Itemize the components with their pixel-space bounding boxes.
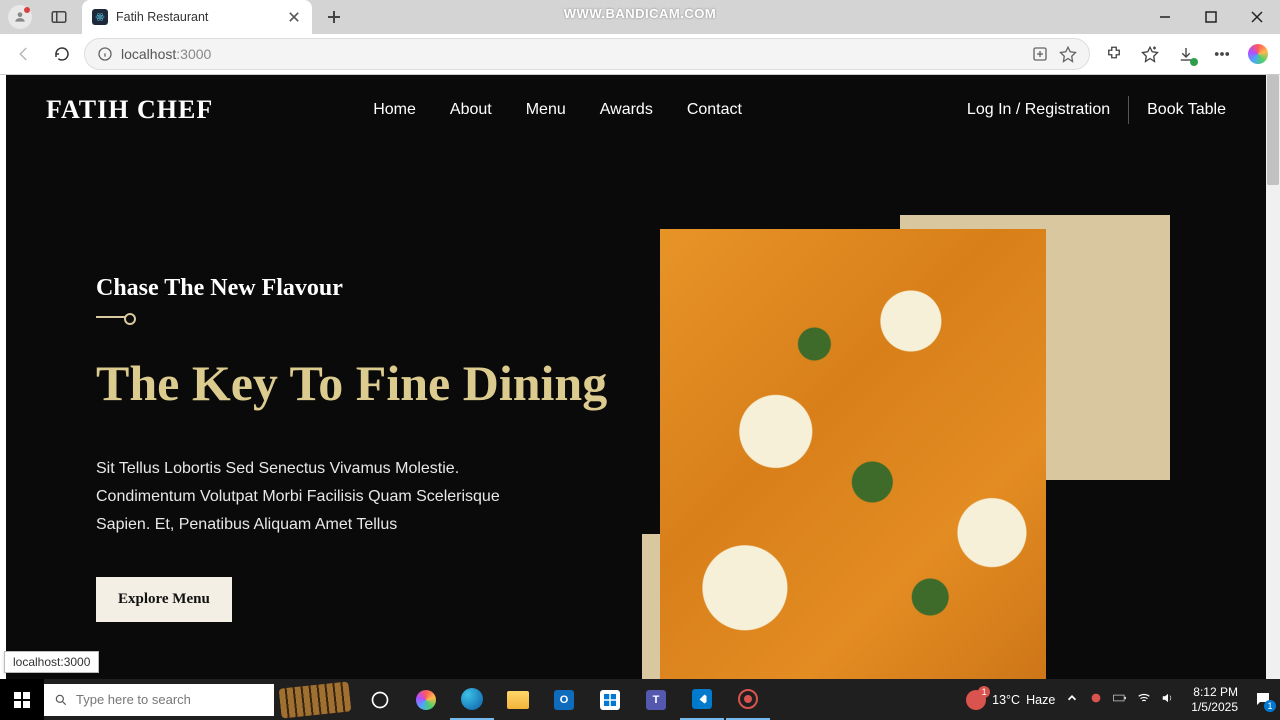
tray-wifi-icon[interactable] xyxy=(1137,691,1151,708)
hero-eyebrow: Chase The New Flavour xyxy=(96,275,616,302)
refresh-button[interactable] xyxy=(46,38,78,70)
weather-temp: 13°C xyxy=(992,693,1020,707)
weather-widget[interactable]: 13°C Haze xyxy=(966,690,1055,710)
close-window-button[interactable] xyxy=(1234,0,1280,34)
tab-title: Fatih Restaurant xyxy=(116,10,286,24)
window-controls xyxy=(1142,0,1280,34)
extensions-icon[interactable] xyxy=(1100,40,1128,68)
explore-menu-button[interactable]: Explore Menu xyxy=(96,577,232,622)
store-icon[interactable] xyxy=(588,679,632,720)
hero-image-wrap xyxy=(656,225,1206,679)
vertical-scrollbar[interactable] xyxy=(1266,75,1280,679)
main-nav: Home About Menu Awards Contact xyxy=(373,101,742,119)
new-tab-button[interactable] xyxy=(320,3,348,31)
react-favicon-icon xyxy=(92,9,108,25)
bandicam-recorder-icon[interactable] xyxy=(726,679,770,720)
search-placeholder: Type here to search xyxy=(76,692,191,707)
page-viewport: FATIH CHEF Home About Menu Awards Contac… xyxy=(0,75,1280,679)
scrollbar-thumb[interactable] xyxy=(1267,75,1279,185)
profile-avatar-icon[interactable] xyxy=(8,5,32,29)
login-register-link[interactable]: Log In / Registration xyxy=(967,101,1110,119)
status-bar-tooltip: localhost:3000 xyxy=(4,651,99,673)
clock-time: 8:12 PM xyxy=(1191,685,1238,699)
file-explorer-icon[interactable] xyxy=(496,679,540,720)
task-view-icon[interactable] xyxy=(358,679,402,720)
nav-awards[interactable]: Awards xyxy=(600,101,653,119)
tray-volume-icon[interactable] xyxy=(1161,691,1175,708)
auth-area: Log In / Registration Book Table xyxy=(967,96,1226,124)
outlook-icon[interactable]: O xyxy=(542,679,586,720)
clock-date: 1/5/2025 xyxy=(1191,700,1238,714)
copilot-icon[interactable] xyxy=(1244,40,1272,68)
favorites-icon[interactable] xyxy=(1136,40,1164,68)
app-available-icon[interactable] xyxy=(1031,45,1049,63)
page-content: FATIH CHEF Home About Menu Awards Contac… xyxy=(6,75,1266,679)
site-header: FATIH CHEF Home About Menu Awards Contac… xyxy=(6,75,1266,145)
nav-home[interactable]: Home xyxy=(373,101,416,119)
titlebar: Fatih Restaurant WWW.BANDICAM.COM xyxy=(0,0,1280,34)
downloads-icon[interactable] xyxy=(1172,40,1200,68)
notifications-icon[interactable] xyxy=(1254,690,1274,710)
divider xyxy=(1128,96,1129,124)
hero-section: Chase The New Flavour The Key To Fine Di… xyxy=(6,145,1266,679)
tray-battery-icon[interactable] xyxy=(1113,691,1127,708)
browser-chrome: Fatih Restaurant WWW.BANDICAM.COM localh… xyxy=(0,0,1280,75)
site-info-icon[interactable] xyxy=(97,46,113,62)
hero-food-image xyxy=(660,229,1046,679)
hero-text: Chase The New Flavour The Key To Fine Di… xyxy=(96,225,616,679)
nav-about[interactable]: About xyxy=(450,101,492,119)
start-button[interactable] xyxy=(0,679,44,720)
nav-menu[interactable]: Menu xyxy=(526,101,566,119)
url-text: localhost:3000 xyxy=(121,46,211,62)
nav-contact[interactable]: Contact xyxy=(687,101,742,119)
minimize-button[interactable] xyxy=(1142,0,1188,34)
tab-overview-icon[interactable] xyxy=(50,8,68,26)
edge-browser-icon[interactable] xyxy=(450,679,494,720)
spoon-divider-icon xyxy=(96,312,138,322)
more-menu-icon[interactable] xyxy=(1208,40,1236,68)
hero-body: Sit Tellus Lobortis Sed Senectus Vivamus… xyxy=(96,455,556,539)
hero-headline: The Key To Fine Dining xyxy=(96,356,616,411)
weather-icon xyxy=(966,690,986,710)
taskbar-search[interactable]: Type here to search xyxy=(44,684,274,716)
tray-chevron-icon[interactable] xyxy=(1065,691,1079,708)
book-table-link[interactable]: Book Table xyxy=(1147,101,1226,119)
tab-close-icon[interactable] xyxy=(286,9,302,25)
copilot-taskbar-icon[interactable] xyxy=(404,679,448,720)
taskbar-clock[interactable]: 8:12 PM 1/5/2025 xyxy=(1185,685,1244,714)
bandicam-watermark: WWW.BANDICAM.COM xyxy=(564,6,716,21)
taskbar-widget-icon[interactable] xyxy=(279,681,352,718)
back-button xyxy=(8,38,40,70)
system-tray: 13°C Haze 8:12 PM 1/5/2025 xyxy=(966,685,1280,714)
browser-tab[interactable]: Fatih Restaurant xyxy=(82,0,312,34)
browser-toolbar: localhost:3000 xyxy=(0,34,1280,75)
vscode-icon[interactable] xyxy=(680,679,724,720)
taskbar-apps: O T xyxy=(358,679,770,720)
teams-icon[interactable]: T xyxy=(634,679,678,720)
windows-taskbar: Type here to search O T 13°C Haze 8:12 P… xyxy=(0,679,1280,720)
tray-record-icon[interactable] xyxy=(1089,691,1103,708)
address-bar[interactable]: localhost:3000 xyxy=(84,38,1090,70)
site-logo[interactable]: FATIH CHEF xyxy=(46,95,213,125)
maximize-button[interactable] xyxy=(1188,0,1234,34)
weather-desc: Haze xyxy=(1026,693,1055,707)
favorite-star-icon[interactable] xyxy=(1059,45,1077,63)
